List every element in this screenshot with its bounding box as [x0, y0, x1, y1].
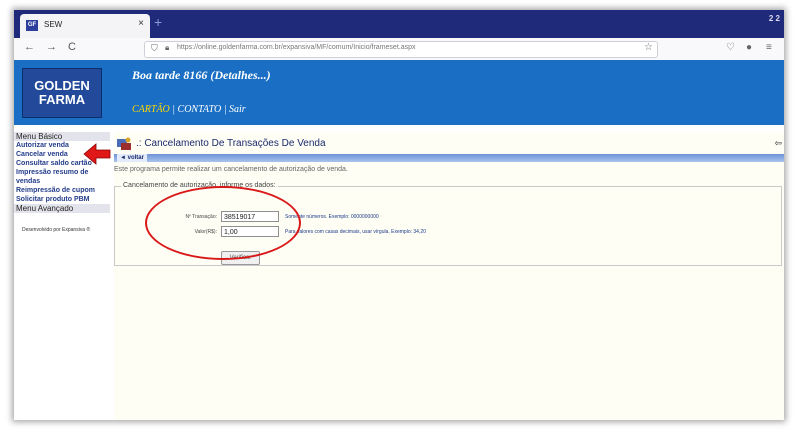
menu-avancado-header[interactable]: Menu Avançado [14, 204, 110, 213]
header-links: CARTÃO | CONTATO | Sair [132, 104, 246, 115]
window-corner-text: 2 2 [768, 14, 780, 23]
pocket-icon[interactable]: ♡ [726, 42, 735, 53]
lock-icon: 🔒︎ [165, 43, 170, 52]
sidebar-item-solicitar-pbm[interactable]: Solicitar produto PBM [14, 195, 110, 204]
sidebar-item-impressao-resumo[interactable]: Impressão resumo de vendas [14, 168, 110, 186]
tab-title: SEW [44, 20, 63, 29]
browser-tab[interactable]: GF SEW × [20, 14, 150, 38]
golden-farma-logo: GOLDEN FARMA [22, 68, 102, 118]
new-tab-icon[interactable]: + [154, 14, 162, 30]
link-separator-2: | [223, 104, 227, 115]
main-content: .: Cancelamento De Transações De Venda ⇦… [114, 132, 784, 420]
url-text: https://online.goldenfarma.com.br/expans… [177, 44, 416, 51]
site-header: GOLDEN FARMA Boa tarde 8166 (Detalhes...… [14, 60, 784, 125]
logo-line-2: FARMA [38, 92, 86, 107]
sidebar-item-reimpressao-cupom[interactable]: Reimpressão de cupom [14, 186, 110, 195]
link-separator-1: | [172, 104, 176, 115]
back-icon[interactable]: ← [24, 41, 35, 53]
logo-line-1: GOLDEN [34, 78, 90, 93]
browser-tab-bar: GF SEW × + 2 2 [14, 10, 784, 38]
developer-credit: Desenvolvido por Expansiva ® [22, 227, 91, 233]
forward-icon[interactable]: → [46, 41, 57, 53]
transaction-icon [117, 137, 131, 150]
red-arrow-annotation-icon [83, 143, 111, 165]
menu-icon[interactable]: ≡ [766, 42, 772, 53]
red-circle-annotation [145, 186, 301, 260]
valor-hint: Para valores com casas decimais, usar ví… [285, 229, 426, 235]
reload-icon[interactable]: C [68, 41, 76, 53]
page-description: Este programa permite realizar um cancel… [114, 166, 348, 173]
link-contato[interactable]: CONTATO [178, 104, 222, 115]
menu-basico-header[interactable]: Menu Básico [14, 132, 110, 141]
voltar-button[interactable]: ◄ voltar [117, 154, 147, 162]
bookmark-star-icon[interactable]: ☆ [644, 42, 653, 53]
greeting-text[interactable]: Boa tarde 8166 (Detalhes...) [132, 68, 271, 83]
exit-icon[interactable]: ⇦ [774, 138, 782, 149]
link-sair[interactable]: Sair [229, 104, 246, 115]
page-title: .: Cancelamento De Transações De Venda [136, 138, 326, 149]
url-bar[interactable]: ⛉ 🔒︎ https://online.goldenfarma.com.br/e… [144, 41, 658, 58]
voltar-bar: ◄ voltar [114, 154, 784, 162]
shield-icon: ⛉ [151, 43, 158, 53]
screenshot-frame: GF SEW × + 2 2 ← → C ⛉ 🔒︎ https://online… [14, 10, 784, 420]
browser-nav-bar: ← → C ⛉ 🔒︎ https://online.goldenfarma.co… [14, 38, 784, 61]
account-icon[interactable]: ● [746, 42, 752, 53]
close-tab-icon[interactable]: × [138, 18, 144, 29]
site-favicon-icon: GF [26, 20, 38, 31]
link-cartao[interactable]: CARTÃO [132, 104, 170, 115]
page-title-row: .: Cancelamento De Transações De Venda ⇦ [114, 134, 784, 156]
sidebar-menu: Menu Básico Autorizar venda Cancelar ven… [14, 132, 110, 420]
